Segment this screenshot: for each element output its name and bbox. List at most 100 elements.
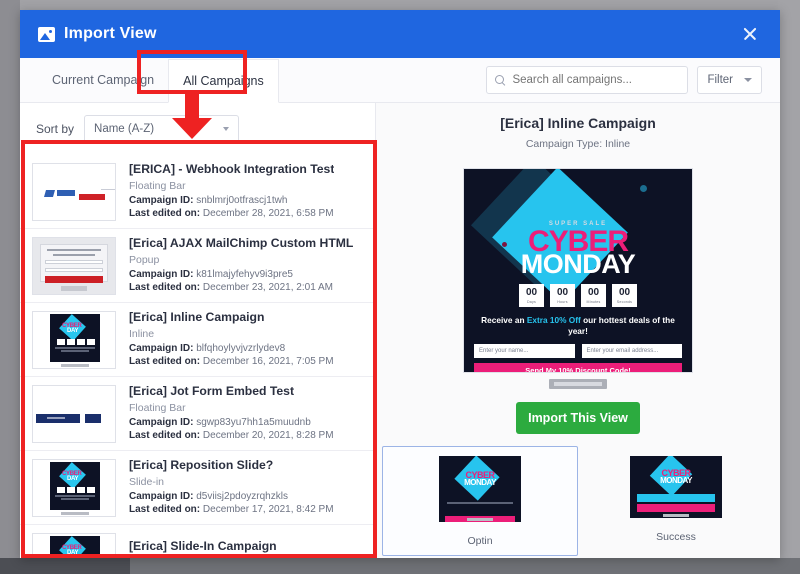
backdrop-top xyxy=(0,0,800,10)
view-thumbnail-success: CYBER MONDAY xyxy=(630,456,722,518)
tab-all-campaigns[interactable]: All Campaigns xyxy=(168,59,279,103)
list-item[interactable]: [Erica] AJAX MailChimp Custom HTML Popup… xyxy=(20,229,375,303)
last-edited-row: Last edited on: December 20, 2021, 8:28 … xyxy=(129,430,334,441)
sort-by-value: Name (A-Z) xyxy=(94,123,155,135)
last-edited-value: December 23, 2021, 2:01 AM xyxy=(202,282,333,293)
timer-cell-days: 00 Days xyxy=(519,284,544,307)
list-item[interactable]: [ERICA] - Webhook Integration Test Float… xyxy=(20,155,375,229)
last-edited-label: Last edited on: xyxy=(129,208,201,219)
campaign-type: Slide-in xyxy=(129,557,287,559)
preview-subtitle: Campaign Type: Inline xyxy=(525,138,631,150)
decorative-dot xyxy=(640,185,647,192)
powered-by-badge xyxy=(549,379,607,389)
sort-by-label: Sort by xyxy=(36,122,75,136)
preview-pane: [Erica] Inline Campaign Campaign Type: I… xyxy=(376,103,780,558)
sort-by-select[interactable]: Name (A-Z) xyxy=(84,115,240,143)
search-icon xyxy=(495,74,506,86)
preview-name-field[interactable]: Enter your name... xyxy=(474,344,575,358)
campaign-id-row: Campaign ID: d5viisj2pdoyzrqhzkls xyxy=(129,491,334,502)
last-edited-label: Last edited on: xyxy=(129,430,201,441)
preview-headline-2: MONDAY xyxy=(520,249,636,279)
last-edited-row: Last edited on: December 16, 2021, 7:05 … xyxy=(129,356,334,367)
last-edited-value: December 28, 2021, 6:58 PM xyxy=(202,208,334,219)
campaign-name: [Erica] Jot Form Embed Test xyxy=(129,384,295,398)
last-edited-label: Last edited on: xyxy=(129,504,201,515)
campaign-list-scroll[interactable]: [ERICA] - Webhook Integration Test Float… xyxy=(20,155,375,558)
campaign-id-row: Campaign ID: k81lmajyfehyv9i3pre5 xyxy=(129,269,353,280)
campaign-type: Floating Bar xyxy=(129,402,186,414)
timer-value: 00 xyxy=(618,286,631,298)
sort-row: Sort by Name (A-Z) xyxy=(20,103,375,155)
campaign-preview-canvas: SUPER SALE CYBER MONDAY 00 Days 00 Hours xyxy=(463,168,693,373)
campaign-id-value: snblmrj0otfrascj1twh xyxy=(196,195,288,206)
modal-header: Import View xyxy=(20,10,780,58)
campaign-id-label: Campaign ID: xyxy=(129,491,194,502)
campaign-name: [Erica] AJAX MailChimp Custom HTML xyxy=(129,236,354,250)
campaign-id-label: Campaign ID: xyxy=(129,269,194,280)
last-edited-value: December 16, 2021, 7:05 PM xyxy=(202,356,334,367)
search-input[interactable] xyxy=(512,74,680,86)
campaign-id-label: Campaign ID: xyxy=(129,195,194,206)
campaign-type: Floating Bar xyxy=(129,180,186,192)
campaign-type: Inline xyxy=(129,328,155,340)
campaign-id-value: sgwp83yu7hh1a5muudnb xyxy=(196,417,311,428)
offer-post: our hottest deals of the year! xyxy=(568,315,675,337)
campaign-thumbnail: CYBER DAY xyxy=(32,310,116,369)
campaign-name: [Erica] Reposition Slide? xyxy=(129,458,274,472)
view-option-optin[interactable]: CYBER MONDAY Optin xyxy=(382,446,578,556)
backdrop-bottom-dark xyxy=(0,558,130,574)
timer-label: Hours xyxy=(557,299,568,304)
campaign-name: [Erica] Slide-In Campaign xyxy=(129,538,277,553)
view-selector: CYBER MONDAY Optin CYBER MONDAY Success xyxy=(376,446,780,556)
backdrop-left xyxy=(0,0,20,574)
modal-body: Sort by Name (A-Z) [ERICA] - Webhook Int… xyxy=(20,103,780,558)
campaign-id-row: Campaign ID: blfqhoylyvjvzrlydev8 xyxy=(129,343,334,354)
last-edited-row: Last edited on: December 28, 2021, 6:58 … xyxy=(129,208,334,219)
tab-current-campaign[interactable]: Current Campaign xyxy=(38,58,168,102)
filter-button[interactable]: Filter xyxy=(697,66,762,94)
campaign-list-pane: Sort by Name (A-Z) [ERICA] - Webhook Int… xyxy=(20,103,376,558)
import-this-view-button[interactable]: Import This View xyxy=(516,402,640,434)
close-icon[interactable] xyxy=(738,22,762,46)
campaign-id-value: d5viisj2pdoyzrqhzkls xyxy=(196,491,288,502)
campaign-name: [Erica] Inline Campaign xyxy=(129,310,265,324)
offer-pre: Receive an xyxy=(481,315,527,325)
timer-value: 00 xyxy=(587,286,600,298)
list-item[interactable]: CYBER DAY [Erica] Reposition Slide? Slide… xyxy=(20,451,375,525)
campaign-thumbnail xyxy=(32,162,116,221)
list-item[interactable]: CYBERDAY [Erica] Slide-In Campaign Slide… xyxy=(20,525,375,558)
campaign-id-value: k81lmajyfehyv9i3pre5 xyxy=(196,269,293,280)
timer-value: 00 xyxy=(556,286,569,298)
filter-label: Filter xyxy=(707,74,733,86)
preview-title: [Erica] Inline Campaign xyxy=(500,115,656,131)
preview-offer-text: Receive an Extra 10% Off our hottest dea… xyxy=(474,315,682,337)
campaign-info: [Erica] AJAX MailChimp Custom HTML Popup… xyxy=(129,236,353,295)
list-item[interactable]: CYBERDAY [Erica] Inline Campaign Inline xyxy=(20,303,375,377)
timer-label: Seconds xyxy=(616,299,633,304)
modal-toolbar: Current Campaign All Campaigns Filter xyxy=(20,58,780,103)
campaign-thumbnail xyxy=(32,384,116,443)
countdown-timer: 00 Days 00 Hours 00 Minutes 00 Seconds xyxy=(464,284,692,307)
campaign-id-label: Campaign ID: xyxy=(129,343,194,354)
view-thumbnail-optin: CYBER MONDAY xyxy=(439,456,521,522)
last-edited-row: Last edited on: December 17, 2021, 8:42 … xyxy=(129,504,334,515)
campaign-info: [Erica] Inline Campaign Inline Campaign … xyxy=(129,310,334,369)
search-box[interactable] xyxy=(486,66,689,94)
campaign-info: [Erica] Slide-In Campaign Slide-in Campa… xyxy=(129,539,287,559)
campaign-info: [Erica] Jot Form Embed Test Floating Bar… xyxy=(129,384,334,443)
timer-value: 00 xyxy=(525,286,538,298)
preview-email-field[interactable]: Enter your email address... xyxy=(581,344,682,358)
view-option-success[interactable]: CYBER MONDAY Success xyxy=(578,446,774,556)
tab-list: Current Campaign All Campaigns xyxy=(38,58,279,103)
campaign-thumbnail: CYBER DAY xyxy=(32,458,116,517)
modal-title: Import View xyxy=(64,25,157,42)
view-label-success: Success xyxy=(656,531,696,543)
list-item[interactable]: [Erica] Jot Form Embed Test Floating Bar… xyxy=(20,377,375,451)
chevron-down-icon xyxy=(223,127,230,131)
last-edited-value: December 17, 2021, 8:42 PM xyxy=(202,504,334,515)
campaign-id-row: Campaign ID: sgwp83yu7hh1a5muudnb xyxy=(129,417,334,428)
import-view-modal: Import View Current Campaign All Campaig… xyxy=(20,10,780,558)
timer-cell-hours: 00 Hours xyxy=(550,284,575,307)
preview-cta-button[interactable]: Send My 10% Discount Code! xyxy=(474,363,682,372)
campaign-type: Popup xyxy=(129,254,160,266)
